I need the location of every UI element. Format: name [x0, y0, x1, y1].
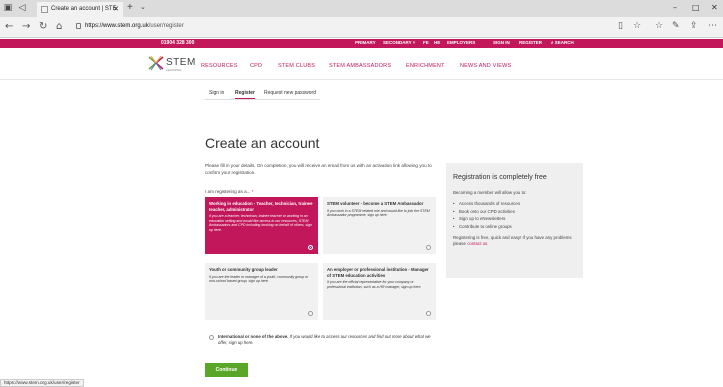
contact-us-link[interactable]: contact us.	[467, 241, 488, 246]
option-radio[interactable]	[426, 245, 431, 250]
nav-news-and-views[interactable]: NEWS AND VIEWS	[460, 63, 511, 69]
top-link-register[interactable]: REGISTER	[519, 40, 542, 45]
refresh-icon[interactable]: ↻	[39, 21, 47, 33]
window-menu-icon[interactable]: ▣	[3, 3, 13, 13]
tab-list-icon[interactable]: ⌄	[140, 3, 146, 11]
top-link-search[interactable]: ⌕ SEARCH	[551, 40, 574, 45]
site-top-bar: 01904 328 300 PRIMARY SECONDARY ˅ FE HE …	[0, 39, 723, 48]
pen-icon[interactable]: ✎	[672, 21, 680, 31]
logo-sub: LEARNING	[166, 68, 182, 72]
option-desc: If you are a teacher, technician, traine…	[209, 214, 312, 232]
panel-lead: Becoming a member will allow you to:	[453, 190, 527, 195]
registration-info-panel: Registration is completely free Becoming…	[446, 163, 583, 278]
url-host: https://www.stem.org.uk	[85, 23, 149, 29]
browser-tab-bar: ▣ ◁ Create an account | STE ✕ + ⌄ – □ ✕	[0, 0, 723, 17]
nav-cpd[interactable]: CPD	[250, 63, 262, 69]
benefits-list: Access thousands of resources Book onto …	[453, 200, 576, 230]
favicon-icon	[41, 6, 48, 13]
home-icon[interactable]: ⌂	[56, 21, 62, 33]
panel-foot: Registering is free, quick and easy! If …	[453, 235, 576, 247]
intro-text: Please fill in your details. On completi…	[205, 163, 432, 175]
url-field[interactable]: https://www.stem.org.uk/user/register	[85, 23, 184, 29]
option-radio[interactable]	[308, 245, 313, 250]
status-bar: https://www.stem.org.uk/user/register	[0, 379, 84, 387]
logo-word: STEM	[166, 57, 196, 68]
option-desc: If you are the official representative f…	[327, 280, 422, 289]
url-path: /user/register	[148, 23, 184, 29]
close-window-icon[interactable]: ✕	[711, 3, 718, 12]
option-title: Youth or community group leader	[209, 267, 278, 272]
lock-icon	[76, 23, 81, 29]
browser-tab[interactable]: Create an account | STE ✕	[37, 2, 123, 17]
top-link-sign-in[interactable]: SIGN IN	[493, 40, 510, 45]
back-icon[interactable]: ←	[5, 21, 13, 33]
more-icon[interactable]: ⋯	[708, 21, 717, 31]
close-tab-icon[interactable]: ✕	[113, 2, 119, 17]
required-mark: *	[251, 189, 254, 194]
stem-logo[interactable]: STEM LEARNING	[148, 55, 198, 73]
registering-as-text: I am registering as a...	[205, 189, 251, 194]
page-title: Create an account	[205, 135, 320, 151]
option-working-in-education[interactable]: Working in education - Teacher, technici…	[205, 197, 318, 254]
forward-icon[interactable]: →	[22, 21, 30, 33]
tab-back-icon[interactable]: ◁	[17, 3, 27, 13]
option-radio[interactable]	[209, 335, 214, 340]
list-item: Book onto our CPD activities	[453, 208, 576, 216]
tab-request-password[interactable]: Request new password	[264, 90, 316, 98]
tab-title: Create an account | STE	[51, 6, 117, 12]
nav-enrichment[interactable]: ENRICHMENT	[406, 63, 445, 69]
option-desc: If you work in a STEM related role and w…	[327, 208, 430, 218]
top-link-secondary[interactable]: SECONDARY ˅	[383, 40, 415, 45]
top-link-employers[interactable]: EMPLOYERS	[447, 40, 475, 45]
list-item: Contribute to online groups	[453, 223, 576, 231]
tab-sign-in[interactable]: Sign in	[209, 90, 224, 98]
option-stem-volunteer[interactable]: STEM volunteer - become a STEM Ambassado…	[323, 197, 436, 254]
favorites-icon[interactable]: ☆	[655, 21, 663, 31]
favorite-star-icon[interactable]: ☆	[633, 21, 641, 31]
phone-number[interactable]: 01904 328 300	[161, 40, 194, 46]
option-employer[interactable]: An employer or professional institution …	[323, 263, 436, 320]
panel-title: Registration is completely free	[453, 174, 547, 181]
top-link-he[interactable]: HE	[434, 40, 440, 45]
option-desc: If you are the leader or manager of a yo…	[209, 274, 309, 284]
continue-button[interactable]: Continue	[205, 363, 248, 377]
new-tab-icon[interactable]: +	[127, 2, 133, 14]
nav-stem-ambassadors[interactable]: STEM AMBASSADORS	[329, 63, 391, 69]
list-item: Access thousands of resources	[453, 200, 576, 208]
stem-logo-icon	[148, 55, 164, 71]
international-title: International or none of the above.	[218, 334, 289, 339]
nav-stem-clubs[interactable]: STEM CLUBS	[278, 63, 315, 69]
option-radio[interactable]	[426, 311, 431, 316]
reading-view-icon[interactable]: ▯	[618, 21, 623, 31]
list-item: Sign up to eNewsletters	[453, 215, 576, 223]
top-link-primary[interactable]: PRIMARY	[355, 40, 376, 45]
minimize-icon[interactable]: –	[673, 3, 677, 12]
tab-divider	[205, 99, 320, 100]
share-icon[interactable]: ⇪	[690, 21, 698, 31]
top-link-fe[interactable]: FE	[423, 40, 429, 45]
address-bar: ← → ↻ ⌂ https://www.stem.org.uk/user/reg…	[0, 17, 723, 38]
option-title: Working in education - Teacher, technici…	[209, 201, 313, 212]
nav-resources[interactable]: RESOURCES	[201, 63, 238, 69]
option-radio[interactable]	[308, 311, 313, 316]
option-title: STEM volunteer - become a STEM Ambassado…	[327, 201, 424, 206]
option-title: An employer or professional institution …	[327, 267, 429, 278]
tab-register[interactable]: Register	[235, 90, 256, 99]
main-nav: STEM LEARNING RESOURCES CPD STEM CLUBS S…	[0, 48, 723, 80]
option-youth-group-leader[interactable]: Youth or community group leader If you a…	[205, 263, 318, 320]
maximize-icon[interactable]: □	[692, 3, 700, 12]
registering-as-label: I am registering as a... *	[205, 189, 254, 194]
